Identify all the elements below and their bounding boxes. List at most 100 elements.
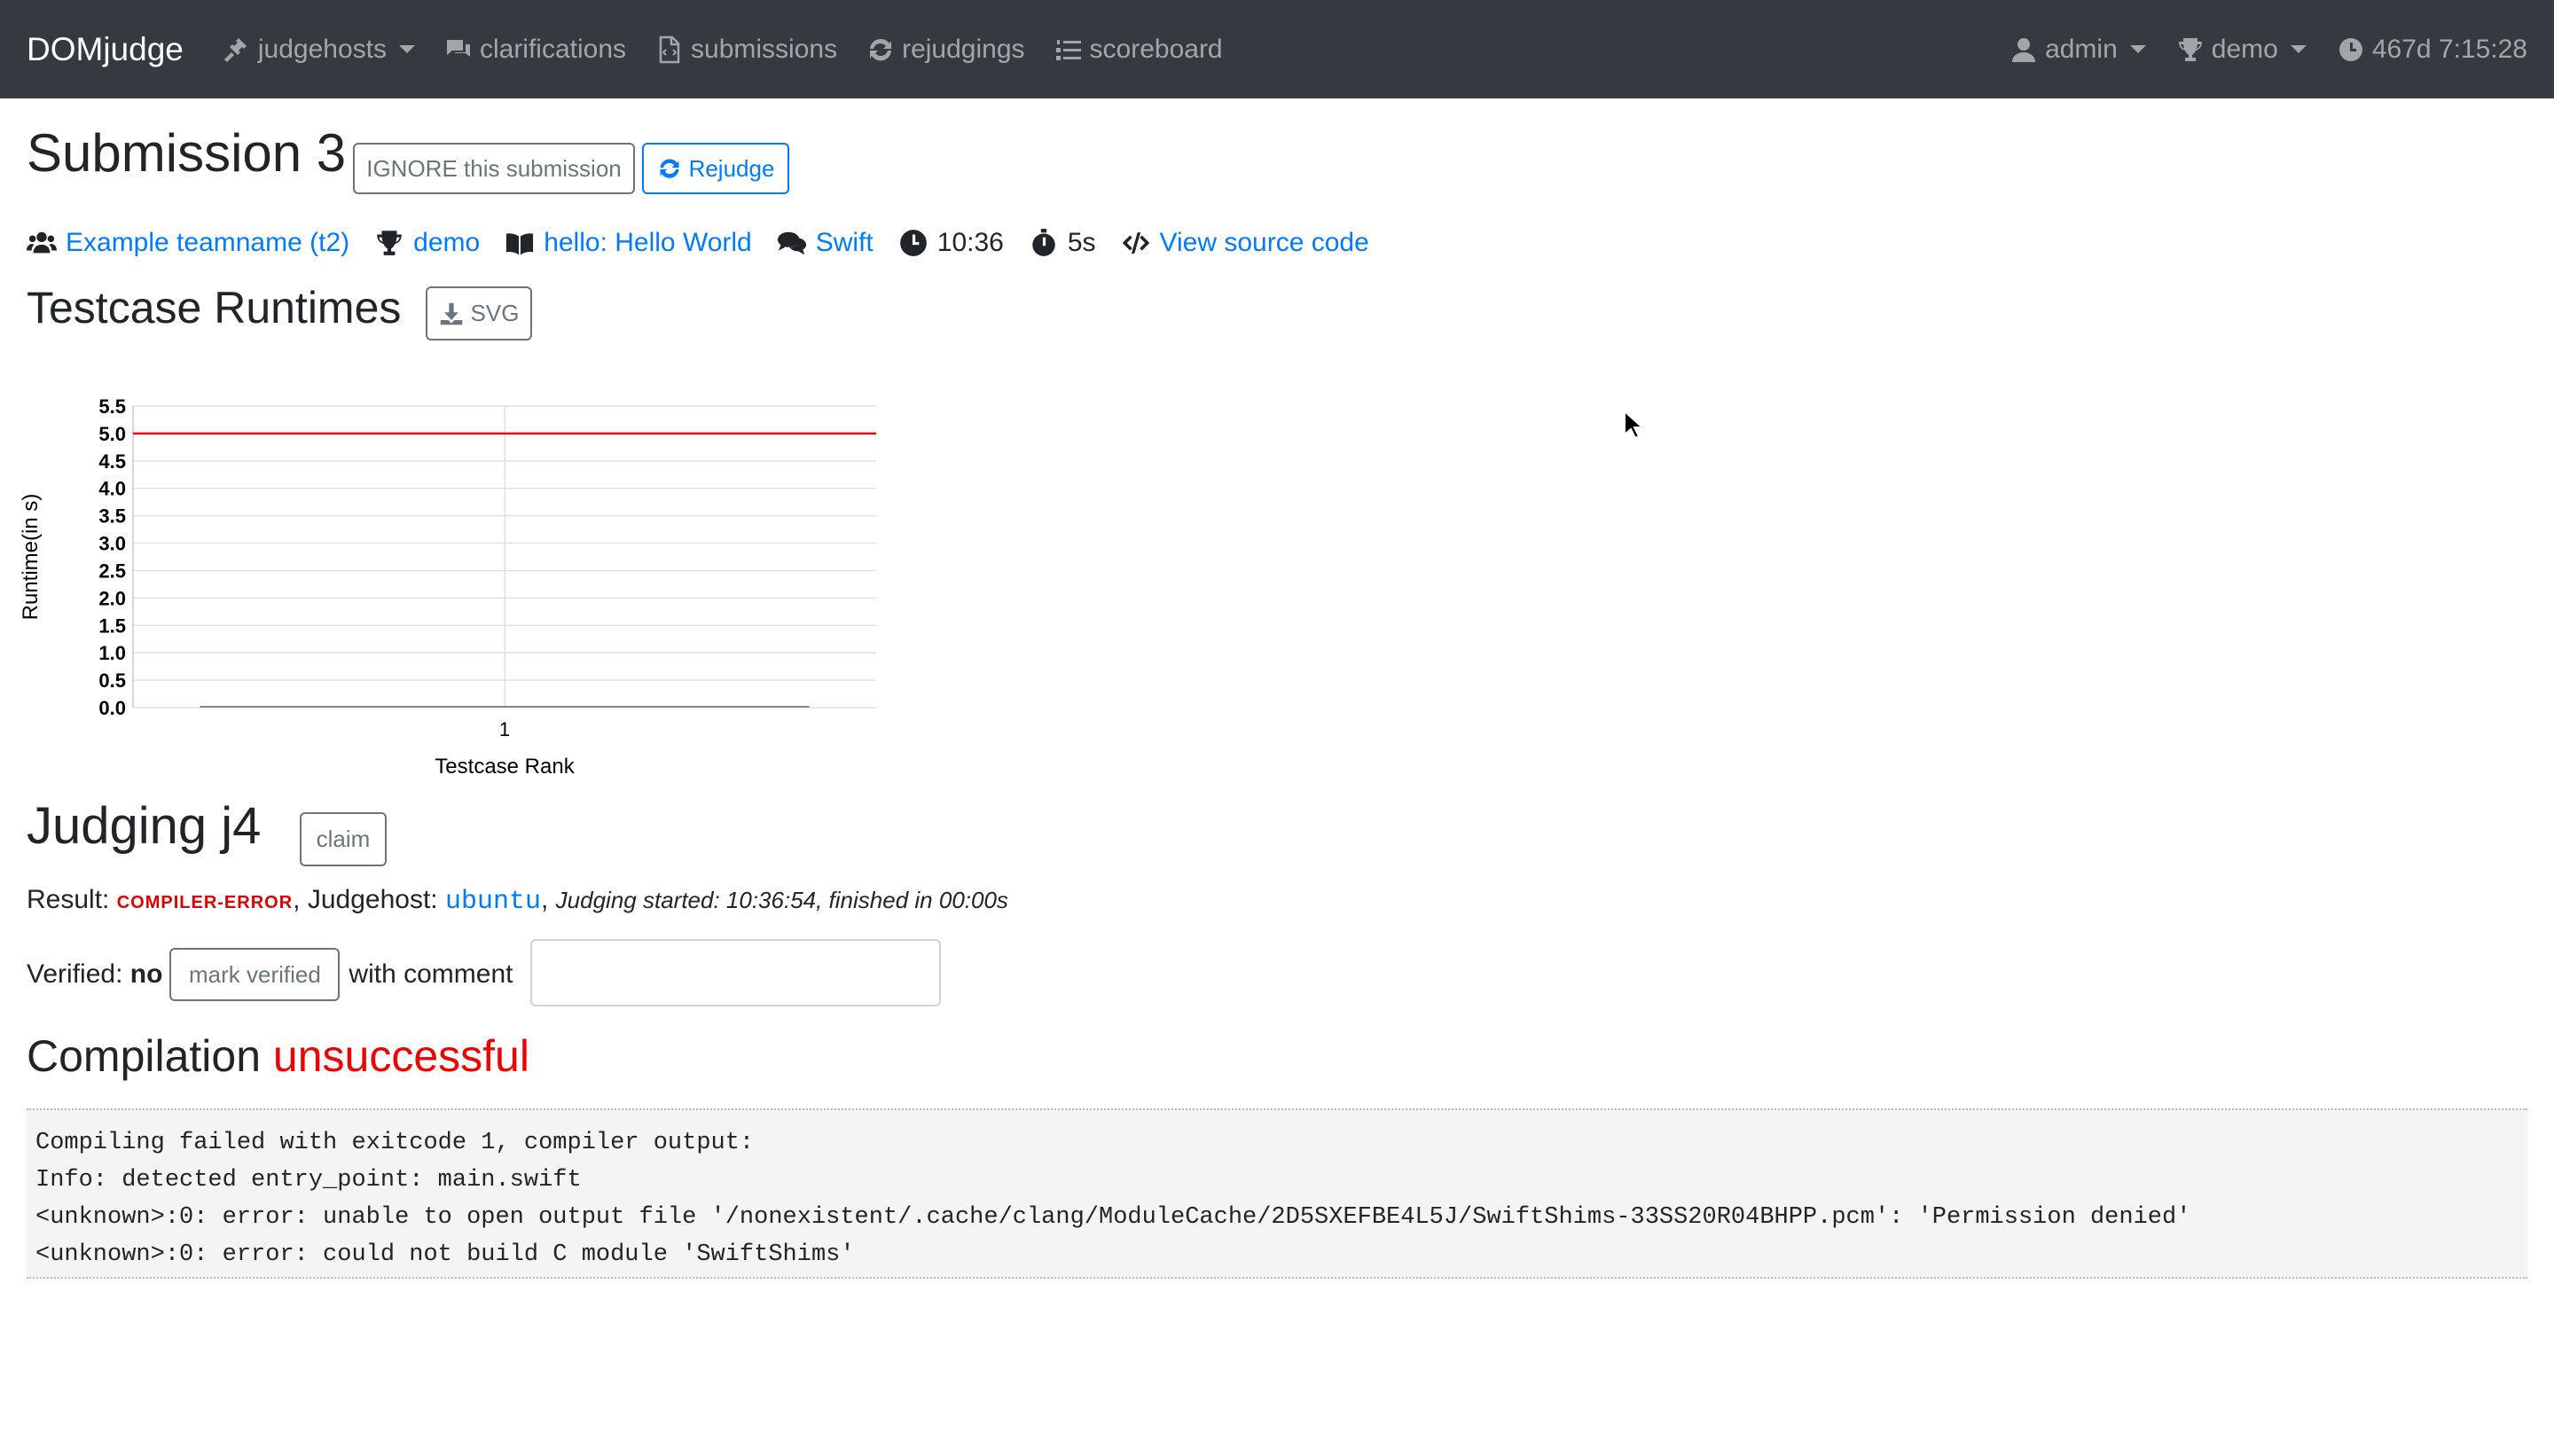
- judging-timing: Judging started: 10:36:54, finished in 0…: [555, 887, 1008, 913]
- time-item: 10:36: [898, 228, 1004, 258]
- x-tick-labels: 1: [499, 718, 510, 740]
- problem-item[interactable]: hello: Hello World: [505, 228, 752, 258]
- book-open-icon: [506, 233, 534, 255]
- runtime-bar: [200, 706, 810, 708]
- nav-scoreboard[interactable]: scoreboard: [1054, 35, 1223, 65]
- file-code-icon: [659, 35, 680, 63]
- list-ol-icon: [1055, 39, 1081, 60]
- gavel-icon: [223, 37, 247, 62]
- problem-link[interactable]: hello: Hello World: [544, 228, 752, 258]
- comments-icon: [777, 231, 806, 255]
- mark-verified-button[interactable]: mark verified: [169, 948, 341, 1001]
- chevron-down-icon: [2129, 45, 2146, 53]
- nav-rejudgings-label: rejudgings: [902, 34, 1025, 64]
- trophy-icon: [377, 231, 402, 255]
- sync-icon: [660, 159, 679, 178]
- testcase-runtimes-heading: Testcase Runtimes: [27, 283, 402, 333]
- output-line: Info: detected entry_point: main.swift: [35, 1167, 582, 1194]
- y-tick-labels: 0.0 0.5 1.0 1.5 2.0 2.5 3.0 3.5 4.0 4.5 5.0 5.5: [98, 395, 126, 719]
- x-axis-label: Testcase Rank: [435, 755, 575, 779]
- compilation-heading: Compilation unsuccessful: [27, 1030, 529, 1082]
- result-label: Result:: [27, 885, 110, 914]
- stopwatch-icon: [1032, 229, 1055, 256]
- user-name: admin: [2045, 34, 2118, 64]
- user-icon: [2012, 37, 2036, 62]
- source-item[interactable]: View source code: [1121, 228, 1369, 258]
- comments-icon: [446, 39, 470, 57]
- nav-judgehosts[interactable]: judgehosts: [223, 35, 415, 65]
- contest-item[interactable]: demo: [374, 228, 480, 258]
- compiler-output: Compiling failed with exitcode 1, compil…: [27, 1108, 2527, 1279]
- chart-grid: [132, 405, 876, 708]
- team-link[interactable]: Example teamname (t2): [66, 228, 349, 258]
- judgehost-label: Judgehost:: [307, 885, 438, 914]
- submit-time: 10:36: [936, 228, 1004, 257]
- runtime-value: 5s: [1067, 228, 1096, 257]
- verified-label: Verified:: [27, 959, 123, 989]
- nav-submissions-label: submissions: [691, 34, 838, 64]
- view-source-link[interactable]: View source code: [1160, 228, 1369, 258]
- chart-bars: [200, 706, 810, 708]
- output-line: <unknown>:0: error: could not build C mo…: [35, 1241, 855, 1268]
- language-link[interactable]: Swift: [816, 228, 874, 258]
- clock-icon: [2339, 37, 2362, 61]
- rejudge-button[interactable]: Rejudge: [642, 143, 789, 194]
- with-comment-label: with comment: [349, 959, 513, 989]
- users-icon: [27, 231, 57, 254]
- download-icon: [440, 302, 462, 325]
- y-tick-label: 3.5: [98, 505, 126, 528]
- runtime-item: 5s: [1029, 228, 1096, 258]
- chevron-down-icon: [398, 45, 415, 53]
- brand-logo[interactable]: DOMjudge: [27, 31, 184, 68]
- y-axis-label: Runtime(in s): [19, 494, 43, 621]
- nav-submissions[interactable]: submissions: [655, 35, 837, 65]
- verified-value: no: [129, 959, 163, 989]
- y-tick-label: 0.0: [98, 697, 126, 719]
- y-tick-label: 0.5: [98, 669, 126, 692]
- y-tick-label: 1.5: [98, 614, 126, 637]
- y-tick-label: 5.0: [98, 423, 126, 445]
- nav-scoreboard-label: scoreboard: [1089, 34, 1223, 64]
- top-navbar: DOMjudge judgehosts clarifications submi…: [0, 0, 2554, 98]
- claim-button[interactable]: claim: [300, 812, 387, 866]
- output-line: Compiling failed with exitcode 1, compil…: [35, 1130, 755, 1156]
- verify-line: Verified: no mark verified with comment: [27, 947, 513, 1002]
- y-tick-label: 4.5: [98, 450, 126, 473]
- y-tick-label: 2.5: [98, 560, 126, 582]
- result-badge: compiler-error: [116, 893, 294, 912]
- output-line: <unknown>:0: error: unable to open outpu…: [35, 1204, 2191, 1231]
- result-line: Result: compiler-error, Judgehost: ubunt…: [27, 885, 1008, 917]
- contest-link[interactable]: demo: [413, 228, 480, 258]
- y-tick-label: 2.0: [98, 587, 126, 609]
- svg-label: SVG: [470, 300, 520, 326]
- y-tick-label: 4.0: [98, 478, 126, 500]
- judgehost-link[interactable]: ubuntu: [445, 887, 541, 917]
- verify-comment-input[interactable]: [530, 939, 941, 1006]
- download-svg-button[interactable]: SVG: [426, 286, 532, 341]
- y-tick-label: 1.0: [98, 642, 126, 664]
- language-item[interactable]: Swift: [777, 228, 874, 258]
- user-menu[interactable]: admin: [2010, 35, 2146, 65]
- trophy-icon: [2178, 37, 2202, 61]
- submission-meta: Example teamname (t2) demo hello: Hello …: [27, 223, 1394, 262]
- nav-judgehosts-label: judgehosts: [257, 34, 387, 64]
- ignore-submission-button[interactable]: IGNORE this submission: [353, 143, 635, 194]
- chevron-down-icon: [2290, 45, 2307, 53]
- contest-clock: 467d 7:15:28: [2337, 35, 2527, 65]
- y-tick-label: 5.5: [98, 395, 126, 418]
- team-item[interactable]: Example teamname (t2): [27, 228, 349, 258]
- judging-heading: Judging j4: [27, 797, 262, 855]
- x-tick-label: 1: [499, 718, 510, 740]
- contest-name: demo: [2211, 34, 2278, 64]
- rejudge-label: Rejudge: [688, 154, 775, 182]
- compilation-status: unsuccessful: [272, 1031, 529, 1081]
- y-tick-label: 3.0: [98, 533, 126, 555]
- mouse-cursor-icon: [1624, 410, 1644, 440]
- navbar-right: admin demo 467d 7:15:28: [1979, 0, 2527, 98]
- code-icon: [1122, 232, 1149, 254]
- clock-text: 467d 7:15:28: [2371, 34, 2527, 64]
- sync-icon: [870, 38, 892, 60]
- nav-rejudgings[interactable]: rejudgings: [866, 34, 1025, 65]
- contest-menu[interactable]: demo: [2176, 35, 2307, 65]
- nav-clarifications[interactable]: clarifications: [444, 35, 626, 65]
